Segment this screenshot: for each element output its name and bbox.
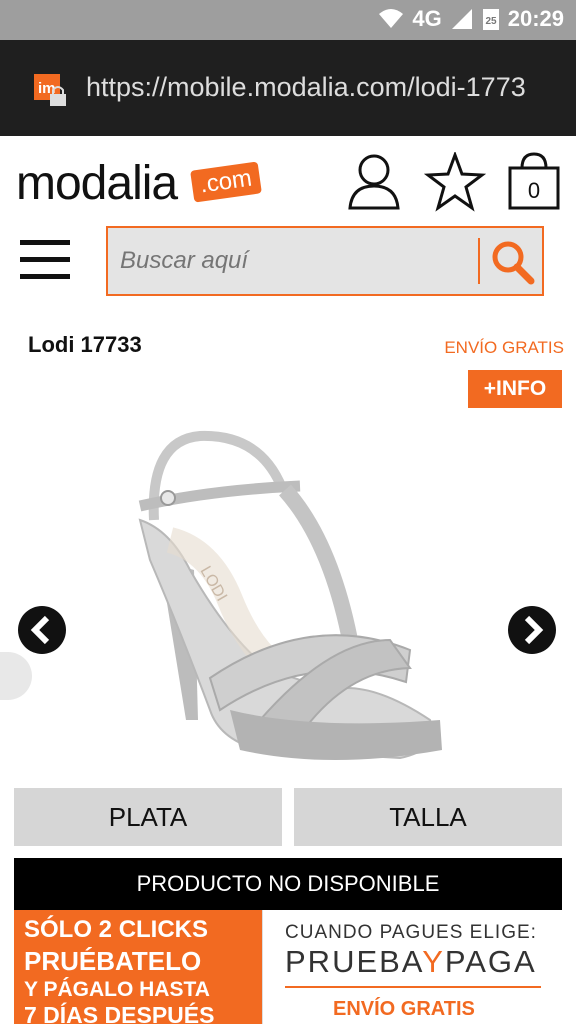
promo-free-shipping: ENVÍO GRATIS <box>333 998 475 1020</box>
clock: 20:29 <box>507 6 564 31</box>
availability-banner: PRODUCTO NO DISPONIBLE <box>14 858 562 910</box>
cart-bag-icon[interactable]: 0 <box>506 150 562 212</box>
url-text[interactable]: https://mobile.modalia.com/lodi-1773 <box>86 72 562 103</box>
prueba-y-paga-logo: PRUEBAYPAGA <box>285 944 537 979</box>
favorites-star-icon[interactable] <box>424 152 486 212</box>
calendar-icon: 25 <box>482 9 499 30</box>
size-selector-button[interactable]: TALLA <box>294 788 562 846</box>
status-bar: 4G 25 20:29 <box>0 0 576 40</box>
promo-line-3: Y PÁGALO HASTA <box>24 978 210 1001</box>
promo-choose-text: CUANDO PAGUES ELIGE: <box>285 922 537 943</box>
search-bar <box>106 226 544 296</box>
promo-banner-left[interactable]: SÓLO 2 CLICKS PRUÉBATELO Y PÁGALO HASTA … <box>14 910 262 1028</box>
signal-icon <box>451 9 472 29</box>
search-divider <box>478 238 480 284</box>
cart-count: 0 <box>528 178 540 203</box>
search-icon[interactable] <box>486 236 540 288</box>
hamburger-menu-icon[interactable] <box>20 240 70 286</box>
search-input[interactable] <box>108 228 478 294</box>
network-type: 4G <box>412 6 442 31</box>
account-icon[interactable] <box>346 152 402 212</box>
promo-line-2: PRUÉBATELO <box>24 946 202 976</box>
previous-image-arrow-icon[interactable] <box>18 606 66 654</box>
next-image-arrow-icon[interactable] <box>508 606 556 654</box>
free-shipping-label: ENVÍO GRATIS <box>444 338 564 357</box>
promo-divider <box>285 986 541 988</box>
side-chat-tab[interactable] <box>0 652 32 700</box>
site-header: modalia .com 0 <box>0 136 576 232</box>
product-title: Lodi 17733 <box>28 332 142 357</box>
color-selector-button[interactable]: PLATA <box>14 788 282 846</box>
promo-line-4: 7 DÍAS DESPUÉS <box>24 1002 215 1028</box>
wifi-icon <box>379 9 404 28</box>
more-info-button[interactable]: +INFO <box>468 370 562 408</box>
promo-banner-right[interactable]: CUANDO PAGUES ELIGE: PRUEBAYPAGA ENVÍO G… <box>262 910 563 1024</box>
site-logo[interactable]: modalia <box>16 156 178 211</box>
status-icons: 4G 25 20:29 <box>378 6 564 32</box>
svg-text:25: 25 <box>485 16 497 27</box>
site-lock-icon: im <box>34 74 66 106</box>
product-image: LODI <box>138 430 442 760</box>
promo-line-1: SÓLO 2 CLICKS <box>24 916 209 943</box>
logo-badge: .com <box>190 161 262 203</box>
browser-url-bar[interactable]: im https://mobile.modalia.com/lodi-1773 <box>0 40 576 136</box>
